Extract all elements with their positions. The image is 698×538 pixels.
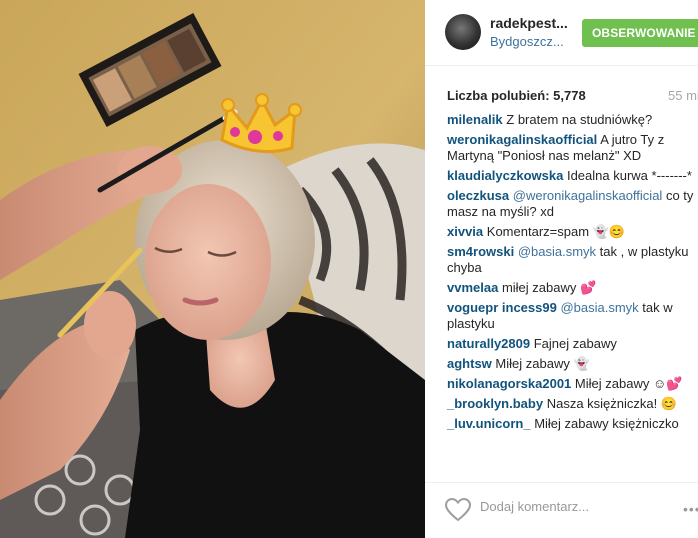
comment-username[interactable]: sm4rowski [447, 244, 514, 259]
comment-text: Miłej zabawy księżniczko [534, 416, 679, 431]
comment-username[interactable]: voguepr incess99 [447, 300, 557, 315]
post-footer: ••• [425, 482, 698, 538]
post-time[interactable]: 55 mi [668, 88, 698, 103]
post-photo[interactable] [0, 0, 425, 538]
comment-username[interactable]: naturally2809 [447, 336, 530, 351]
comment-item: aghtsw Miłej zabawy 👻 [447, 356, 697, 372]
heart-icon[interactable] [445, 498, 471, 522]
comment-username[interactable]: xivvia [447, 224, 483, 239]
post-username[interactable]: radekpest... [490, 15, 568, 31]
comment-item: _brooklyn.baby Nasza księżniczka! 😊 [447, 396, 697, 412]
comment-text: Miłej zabawy 👻 [495, 356, 590, 371]
photo-image [0, 0, 425, 538]
comment-text: Z bratem na studniówkę? [506, 112, 653, 127]
comment-username[interactable]: _luv.unicorn_ [447, 416, 531, 431]
comment-item: oleczkusa @weronikagalinskaofficial co t… [447, 188, 697, 220]
post-details-panel: radekpest... Bydgoszcz... OBSERWOWANIE L… [425, 0, 698, 538]
post-header: radekpest... Bydgoszcz... OBSERWOWANIE [425, 0, 698, 66]
comment-text: Miłej zabawy ☺💕 [574, 376, 683, 391]
comment-item: xivvia Komentarz=spam 👻😊 [447, 224, 697, 240]
comment-username[interactable]: oleczkusa [447, 188, 509, 203]
comment-text: Komentarz=spam 👻😊 [486, 224, 626, 239]
post-location[interactable]: Bydgoszcz... [490, 34, 564, 49]
comment-item: milenalik Z bratem na studniówkę? [447, 112, 697, 128]
comment-username[interactable]: vvmelaa [447, 280, 498, 295]
avatar[interactable] [445, 14, 481, 50]
follow-button[interactable]: OBSERWOWANIE [582, 19, 698, 47]
comments-list: milenalik Z bratem na studniówkę? weroni… [447, 112, 697, 436]
comment-item: weronikagalinskaofficial A jutro Ty z Ma… [447, 132, 697, 164]
comment-input[interactable] [480, 499, 650, 514]
comment-username[interactable]: nikolanagorska2001 [447, 376, 571, 391]
comment-item: vvmelaa miłej zabawy 💕 [447, 280, 697, 296]
comment-username[interactable]: aghtsw [447, 356, 492, 371]
comment-text: miłej zabawy 💕 [501, 280, 597, 295]
comment-username[interactable]: milenalik [447, 112, 503, 127]
comment-text: Fajnej zabawy [533, 336, 617, 351]
comment-username[interactable]: weronikagalinskaofficial [447, 132, 597, 147]
comment-username[interactable]: klaudialyczkowska [447, 168, 563, 183]
comment-item: _luv.unicorn_ Miłej zabawy księżniczko [447, 416, 697, 432]
comment-item: klaudialyczkowska Idealna kurwa *-------… [447, 168, 697, 184]
comment-username[interactable]: _brooklyn.baby [447, 396, 543, 411]
more-options-icon[interactable]: ••• [683, 501, 698, 517]
comment-text: Idealna kurwa *-------* [566, 168, 692, 183]
comment-item: naturally2809 Fajnej zabawy [447, 336, 697, 352]
comment-item: sm4rowski @basia.smyk tak , w plastyku c… [447, 244, 697, 276]
comment-mention[interactable]: @weronikagalinskaofficial [513, 188, 663, 203]
likes-count[interactable]: Liczba polubień: 5,778 [447, 88, 586, 103]
comment-mention[interactable]: @basia.smyk [518, 244, 596, 259]
comment-item: voguepr incess99 @basia.smyk tak w plast… [447, 300, 697, 332]
comment-mention[interactable]: @basia.smyk [560, 300, 638, 315]
comment-text: Nasza księżniczka! 😊 [546, 396, 678, 411]
comment-item: nikolanagorska2001 Miłej zabawy ☺💕 [447, 376, 697, 392]
